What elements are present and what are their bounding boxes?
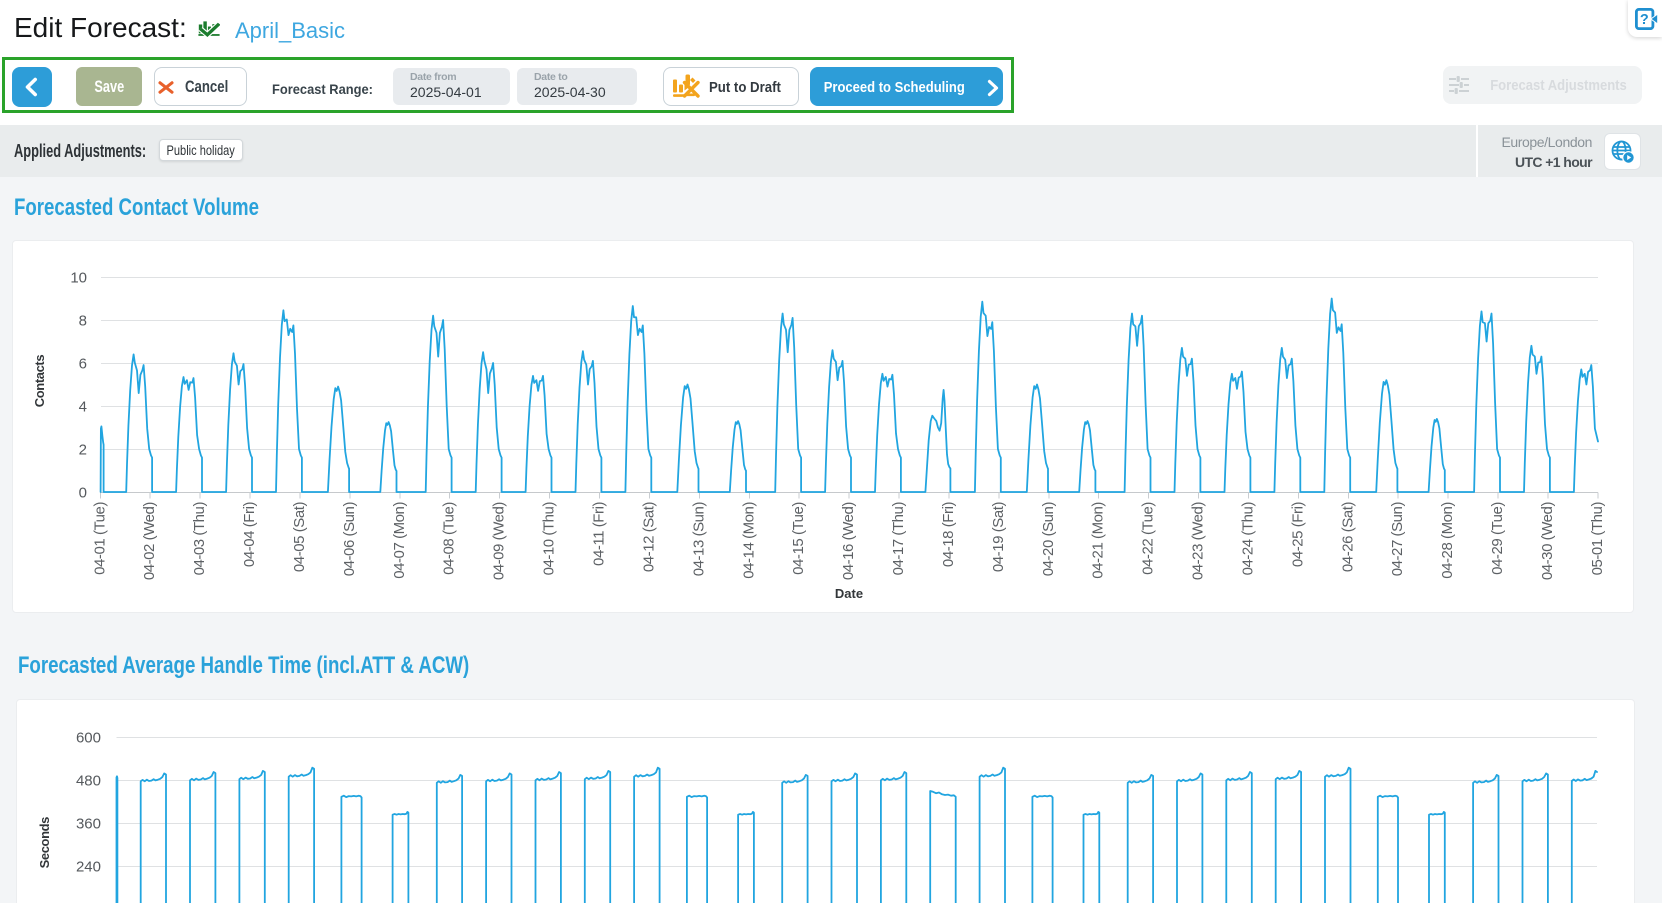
svg-text:04-30 (Wed): 04-30 (Wed) [1539, 502, 1556, 581]
svg-text:04-15 (Tue): 04-15 (Tue) [790, 502, 807, 575]
svg-text:04-16 (Wed): 04-16 (Wed) [840, 502, 857, 581]
svg-text:05-01 (Thu): 05-01 (Thu) [1589, 502, 1606, 576]
svg-text:04-24 (Thu): 04-24 (Thu) [1239, 502, 1256, 576]
svg-text:10: 10 [70, 270, 87, 287]
svg-text:0: 0 [79, 485, 87, 502]
svg-text:04-04 (Fri): 04-04 (Fri) [241, 502, 258, 568]
svg-text:04-01 (Tue): 04-01 (Tue) [91, 502, 108, 575]
svg-text:04-14 (Mon): 04-14 (Mon) [740, 502, 757, 579]
svg-text:04-21 (Mon): 04-21 (Mon) [1090, 502, 1107, 579]
svg-text:2: 2 [79, 442, 87, 459]
svg-text:04-26 (Sat): 04-26 (Sat) [1339, 502, 1356, 573]
svg-text:Seconds: Seconds [37, 817, 52, 869]
svg-text:4: 4 [79, 399, 87, 416]
svg-text:?: ? [1640, 12, 1649, 28]
svg-text:04-25 (Fri): 04-25 (Fri) [1289, 502, 1306, 568]
svg-text:6: 6 [79, 356, 87, 373]
svg-text:Contacts: Contacts [32, 355, 47, 408]
svg-text:04-29 (Tue): 04-29 (Tue) [1489, 502, 1506, 575]
svg-text:04-09 (Wed): 04-09 (Wed) [491, 502, 508, 581]
svg-text:04-28 (Mon): 04-28 (Mon) [1439, 502, 1456, 579]
svg-text:600: 600 [76, 729, 101, 746]
svg-text:04-13 (Sun): 04-13 (Sun) [690, 502, 707, 577]
svg-text:Date: Date [835, 586, 863, 601]
svg-text:04-10 (Thu): 04-10 (Thu) [541, 502, 558, 576]
svg-text:04-06 (Sun): 04-06 (Sun) [341, 502, 358, 577]
svg-text:240: 240 [76, 859, 101, 876]
svg-text:04-20 (Sun): 04-20 (Sun) [1040, 502, 1057, 577]
svg-text:8: 8 [79, 313, 87, 330]
svg-text:04-07 (Mon): 04-07 (Mon) [391, 502, 408, 579]
svg-text:04-18 (Fri): 04-18 (Fri) [940, 502, 957, 568]
svg-text:04-19 (Sat): 04-19 (Sat) [990, 502, 1007, 573]
svg-text:04-03 (Thu): 04-03 (Thu) [191, 502, 208, 576]
svg-text:360: 360 [76, 816, 101, 833]
svg-text:04-08 (Tue): 04-08 (Tue) [441, 502, 458, 575]
svg-text:04-17 (Thu): 04-17 (Thu) [890, 502, 907, 576]
svg-text:04-27 (Sun): 04-27 (Sun) [1389, 502, 1406, 577]
svg-text:04-11 (Fri): 04-11 (Fri) [590, 502, 607, 566]
svg-text:04-02 (Wed): 04-02 (Wed) [141, 502, 158, 581]
svg-text:04-22 (Tue): 04-22 (Tue) [1140, 502, 1157, 575]
svg-text:04-12 (Sat): 04-12 (Sat) [640, 502, 657, 573]
svg-text:480: 480 [76, 772, 101, 789]
svg-text:04-05 (Sat): 04-05 (Sat) [291, 502, 308, 573]
svg-text:04-23 (Wed): 04-23 (Wed) [1189, 502, 1206, 581]
